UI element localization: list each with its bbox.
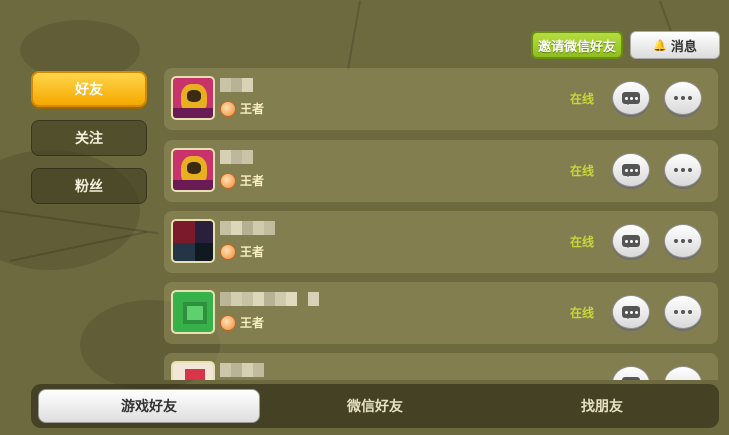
messages-label: 消息 [670,39,697,55]
invite-label: 邀请微信好友 [537,39,616,55]
avatar[interactable] [171,219,215,263]
avatar[interactable] [171,290,215,334]
more-button[interactable] [664,153,702,187]
blurred-name [220,363,264,377]
tab-find-friends[interactable]: 找朋友 [491,389,713,423]
online-status: 在线 [570,92,595,106]
more-dots-icon [674,310,692,314]
rank-badge: 王者 [220,100,264,117]
tab-following[interactable]: 关注 [31,120,147,156]
friend-row[interactable]: 王者 在线 [164,68,718,130]
friend-row[interactable]: 王者 在线 [164,140,718,202]
rank-badge: 王者 [220,314,264,331]
blurred-name [220,221,275,235]
bell-icon: 🔔 [653,38,667,52]
rank-label: 王者 [240,174,265,188]
invite-wechat-friends-button[interactable]: 邀请微信好友 [531,31,623,59]
online-status: 在线 [570,235,595,249]
more-dots-icon [674,168,692,172]
more-dots-icon [674,239,692,243]
more-button[interactable] [664,81,702,115]
blurred-name [220,292,319,306]
rank-icon [220,314,236,331]
chat-button[interactable] [612,153,650,187]
tab-fans[interactable]: 粉丝 [31,168,147,204]
rank-icon [220,100,236,117]
rank-label: 王者 [240,102,265,116]
rank-label: 王者 [240,245,265,259]
more-dots-icon [674,96,692,100]
tab-wechat-friends-label: 微信好友 [347,399,403,415]
tab-friends[interactable]: 好友 [31,71,147,107]
more-button[interactable] [664,366,702,380]
blurred-name [220,78,253,92]
tab-friends-label: 好友 [75,82,103,98]
tab-following-label: 关注 [75,131,103,147]
chat-bubble-icon [622,164,640,177]
more-button[interactable] [664,295,702,329]
online-status: 在线 [570,306,595,320]
chat-bubble-icon [622,235,640,248]
avatar[interactable] [171,361,215,380]
friend-row[interactable] [164,353,718,380]
rank-icon [220,172,236,189]
tab-find-friends-label: 找朋友 [581,399,623,415]
friend-list[interactable]: 王者 在线 王者 在线 王者 在线 王者 在线 [164,68,718,380]
chat-bubble-icon [622,306,640,319]
tab-game-friends-label: 游戏好友 [121,399,177,415]
blurred-name [220,150,253,164]
avatar[interactable] [171,76,215,120]
rank-badge: 王者 [220,243,264,260]
chat-button[interactable] [612,224,650,258]
tab-game-friends[interactable]: 游戏好友 [38,389,260,423]
messages-button[interactable]: 🔔 消息 [630,31,720,59]
chat-button[interactable] [612,366,650,380]
tab-wechat-friends[interactable]: 微信好友 [261,389,489,423]
chat-bubble-icon [622,377,640,380]
rank-icon [220,243,236,260]
tab-fans-label: 粉丝 [75,179,103,195]
more-button[interactable] [664,224,702,258]
rank-badge: 王者 [220,172,264,189]
chat-button[interactable] [612,81,650,115]
chat-bubble-icon [622,92,640,105]
bottom-tab-bar: 游戏好友 微信好友 找朋友 [31,384,719,428]
avatar[interactable] [171,148,215,192]
chat-button[interactable] [612,295,650,329]
friend-row[interactable]: 王者 在线 [164,282,718,344]
friend-row[interactable]: 王者 在线 [164,211,718,273]
online-status: 在线 [570,164,595,178]
rank-label: 王者 [240,316,265,330]
